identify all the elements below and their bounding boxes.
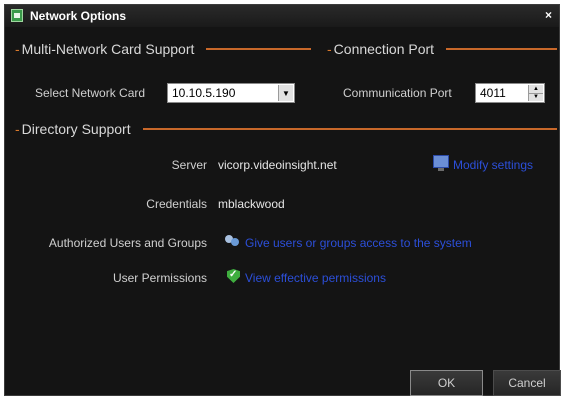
users-icon[interactable] bbox=[224, 234, 240, 247]
view-permissions-link[interactable]: View effective permissions bbox=[245, 271, 386, 285]
close-button[interactable]: × bbox=[545, 8, 552, 22]
network-card-value: 10.10.5.190 bbox=[172, 86, 236, 100]
window-title: Network Options bbox=[30, 9, 127, 23]
user-permissions-label: User Permissions bbox=[112, 271, 207, 285]
communication-port-label: Communication Port bbox=[343, 86, 452, 100]
authorized-users-label: Authorized Users and Groups bbox=[48, 236, 207, 250]
cancel-button[interactable]: Cancel bbox=[493, 370, 561, 396]
window-app-icon bbox=[11, 9, 23, 22]
monitor-icon[interactable] bbox=[433, 155, 449, 171]
server-label: Server bbox=[171, 158, 207, 172]
section-title-directory-support: Directory Support bbox=[21, 121, 131, 137]
section-divider bbox=[206, 48, 311, 50]
section-title-connection-port: Connection Port bbox=[333, 41, 435, 57]
credentials-value: mblackwood bbox=[218, 197, 285, 211]
section-divider bbox=[142, 128, 557, 130]
server-value: vicorp.videoinsight.net bbox=[218, 158, 337, 172]
section-connection-port: - Connection Port bbox=[327, 41, 557, 57]
select-network-card-label: Select Network Card bbox=[35, 86, 146, 100]
network-options-dialog: Network Options × - Multi-Network Card S… bbox=[4, 4, 561, 396]
credentials-label: Credentials bbox=[146, 197, 207, 211]
give-access-link[interactable]: Give users or groups access to the syste… bbox=[245, 236, 472, 250]
communication-port-value: 4011 bbox=[480, 86, 506, 100]
network-card-select[interactable]: 10.10.5.190 ▼ bbox=[167, 83, 295, 103]
section-directory-support: - Directory Support bbox=[15, 121, 557, 137]
chevron-down-icon[interactable]: ▼ bbox=[278, 85, 293, 101]
stepper-up-icon[interactable]: ▲ bbox=[529, 85, 543, 93]
title-bar[interactable]: Network Options × bbox=[5, 5, 559, 27]
section-divider bbox=[446, 48, 557, 50]
section-title-multi-network: Multi-Network Card Support bbox=[21, 41, 195, 57]
ok-button[interactable]: OK bbox=[410, 370, 483, 396]
communication-port-stepper[interactable]: 4011 ▲ ▼ bbox=[475, 83, 545, 103]
shield-check-icon[interactable] bbox=[227, 269, 240, 283]
stepper-buttons: ▲ ▼ bbox=[528, 85, 543, 101]
stepper-down-icon[interactable]: ▼ bbox=[529, 92, 543, 101]
modify-settings-link[interactable]: Modify settings bbox=[453, 158, 533, 172]
section-multi-network: - Multi-Network Card Support bbox=[15, 41, 311, 57]
